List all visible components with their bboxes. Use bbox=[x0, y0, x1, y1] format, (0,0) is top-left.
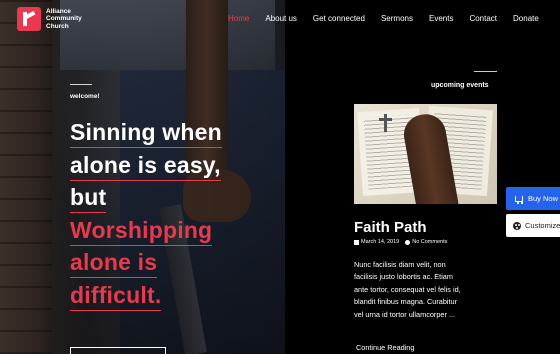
hero-cta-button[interactable] bbox=[70, 347, 166, 354]
nav-donate[interactable]: Donate bbox=[513, 14, 539, 23]
logo-text: Alliance Community Church bbox=[46, 7, 82, 30]
event-title[interactable]: Faith Path bbox=[354, 219, 427, 236]
nav-contact[interactable]: Contact bbox=[469, 14, 497, 23]
nav-sermons[interactable]: Sermons bbox=[381, 14, 413, 23]
site-logo[interactable]: Alliance Community Church bbox=[17, 7, 94, 31]
hero-headline: Sinning when alone is easy, but Worshipp… bbox=[70, 116, 222, 311]
buy-now-label: Buy Now bbox=[528, 194, 559, 203]
events-section-title: upcoming events bbox=[431, 82, 489, 89]
nav-about-us[interactable]: About us bbox=[265, 14, 297, 23]
event-date: March 14, 2019 bbox=[361, 239, 400, 245]
calendar-icon bbox=[354, 239, 359, 245]
nav-events[interactable]: Events bbox=[429, 14, 453, 23]
logo-mark-icon bbox=[17, 7, 41, 31]
customize-label: Customize bbox=[525, 221, 560, 230]
event-comments[interactable]: No Comments bbox=[412, 239, 447, 245]
customize-button[interactable]: Customize bbox=[506, 214, 560, 237]
continue-reading-link[interactable]: Continue Reading bbox=[356, 343, 414, 352]
palette-icon bbox=[513, 221, 521, 230]
hero-welcome: welcome! bbox=[70, 93, 100, 100]
hero-divider bbox=[70, 84, 92, 85]
user-icon bbox=[405, 239, 411, 245]
headline-line-accent: Worshipping bbox=[70, 215, 213, 246]
event-image[interactable] bbox=[354, 104, 497, 204]
headline-line-accent: alone is bbox=[70, 247, 158, 278]
headline-line: alone is easy, bbox=[70, 150, 221, 181]
nav-get-connected[interactable]: Get connected bbox=[313, 14, 365, 23]
event-excerpt: Nunc facilisis diam velit, non facilisis… bbox=[354, 260, 461, 319]
headline-line: Sinning when bbox=[70, 117, 222, 148]
headline-line: but bbox=[70, 182, 107, 213]
headline-line-accent: difficult. bbox=[70, 280, 162, 311]
nav-home[interactable]: Home bbox=[228, 14, 249, 23]
main-nav: Home About us Get connected Sermons Even… bbox=[228, 14, 539, 23]
events-divider bbox=[474, 71, 497, 72]
event-meta: March 14, 2019 No Comments bbox=[354, 239, 447, 245]
cart-icon bbox=[515, 195, 524, 204]
cross-icon bbox=[379, 114, 392, 132]
buy-now-button[interactable]: Buy Now bbox=[506, 187, 560, 210]
